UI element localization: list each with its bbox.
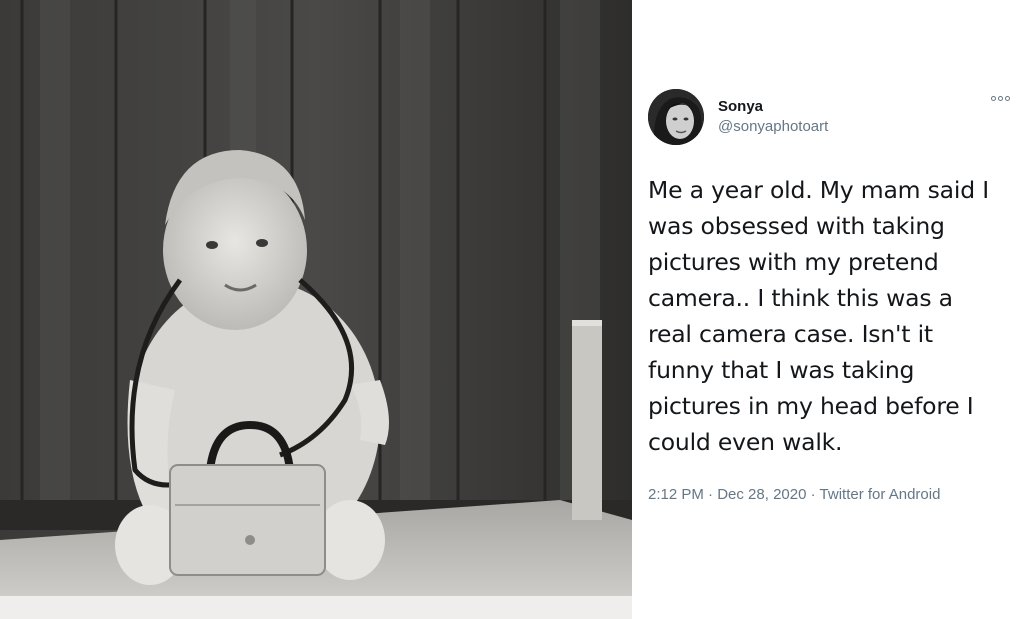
more-options-icon[interactable]	[991, 96, 1010, 101]
tweet-metadata: 2:12 PM · Dec 28, 2020 · Twitter for And…	[648, 486, 998, 503]
separator: ·	[708, 486, 714, 503]
avatar-image	[648, 89, 704, 145]
dot-icon	[998, 96, 1003, 101]
tweet-header: Sonya @sonyaphotoart	[648, 88, 1010, 146]
tweet-source[interactable]: Twitter for Android	[820, 486, 941, 503]
user-handle[interactable]: @sonyaphotoart	[718, 117, 828, 137]
dot-icon	[1005, 96, 1010, 101]
dot-icon	[991, 96, 996, 101]
display-name[interactable]: Sonya	[718, 97, 828, 117]
avatar[interactable]	[648, 89, 704, 145]
tweet-text: Me a year old. My mam said I was obsesse…	[648, 176, 989, 456]
tweet-card: Sonya @sonyaphotoart Me a year old. My m…	[632, 0, 1024, 619]
tweet-time[interactable]: 2:12 PM	[648, 486, 704, 503]
separator: ·	[810, 486, 816, 503]
tweet-date[interactable]: Dec 28, 2020	[717, 486, 806, 503]
baby-photo-illustration	[0, 0, 632, 619]
tweet-photo[interactable]	[0, 0, 632, 619]
tweet-screenshot: Sonya @sonyaphotoart Me a year old. My m…	[0, 0, 1024, 619]
author-names: Sonya @sonyaphotoart	[718, 97, 828, 137]
